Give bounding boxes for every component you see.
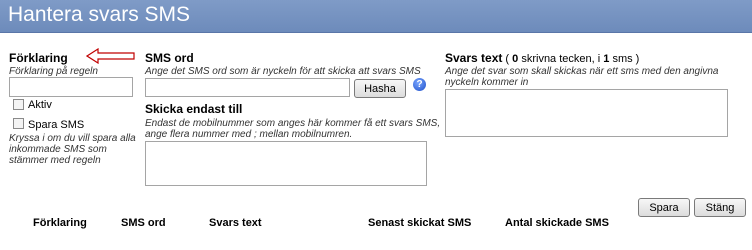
send-only-to-hint: Endast de mobilnummer som anges här komm… [145, 118, 441, 140]
description-label: Förklaring [9, 51, 68, 65]
reply-text-header: Svars text ( 0 skrivna tecken, i 1 sms ) [445, 51, 639, 65]
column-header-reply-text: Svars text [209, 217, 262, 229]
save-sms-checkbox[interactable] [13, 118, 24, 129]
active-checkbox[interactable] [13, 99, 24, 110]
close-button[interactable]: Stäng [694, 198, 746, 217]
column-header-sms-word: SMS ord [121, 217, 166, 229]
save-sms-hint: Kryssa i om du vill spara alla inkommade… [9, 133, 136, 166]
char-count-text: skrivna tecken, i [518, 53, 604, 65]
page-title: Hantera svars SMS [8, 3, 191, 26]
sms-word-label: SMS ord [145, 51, 194, 65]
description-hint: Förklaring på regeln [9, 66, 98, 77]
reply-text-textarea[interactable] [445, 89, 728, 137]
reply-text-label: Svars text [445, 51, 503, 65]
description-input[interactable] [9, 77, 133, 97]
sms-word-input[interactable] [145, 78, 350, 97]
help-icon[interactable]: ? [413, 78, 426, 91]
column-header-sent-count: Antal skickade SMS [505, 217, 609, 229]
reply-count-open: ( [502, 53, 513, 65]
hash-button[interactable]: Hasha [354, 79, 406, 98]
send-only-to-label: Skicka endast till [145, 102, 243, 116]
send-only-to-textarea[interactable] [145, 141, 427, 186]
save-sms-label: Spara SMS [28, 119, 85, 131]
arrow-left-icon [86, 48, 135, 64]
sms-count-text: sms ) [609, 53, 640, 65]
page-header: Hantera svars SMS [0, 0, 752, 33]
save-button[interactable]: Spara [638, 198, 690, 217]
reply-text-hint: Ange det svar som skall skickas när ett … [445, 66, 719, 88]
sms-word-hint: Ange det SMS ord som är nyckeln för att … [145, 66, 421, 77]
column-header-description: Förklaring [33, 217, 87, 229]
active-label: Aktiv [28, 99, 52, 111]
column-header-last-sent: Senast skickat SMS [368, 217, 472, 229]
